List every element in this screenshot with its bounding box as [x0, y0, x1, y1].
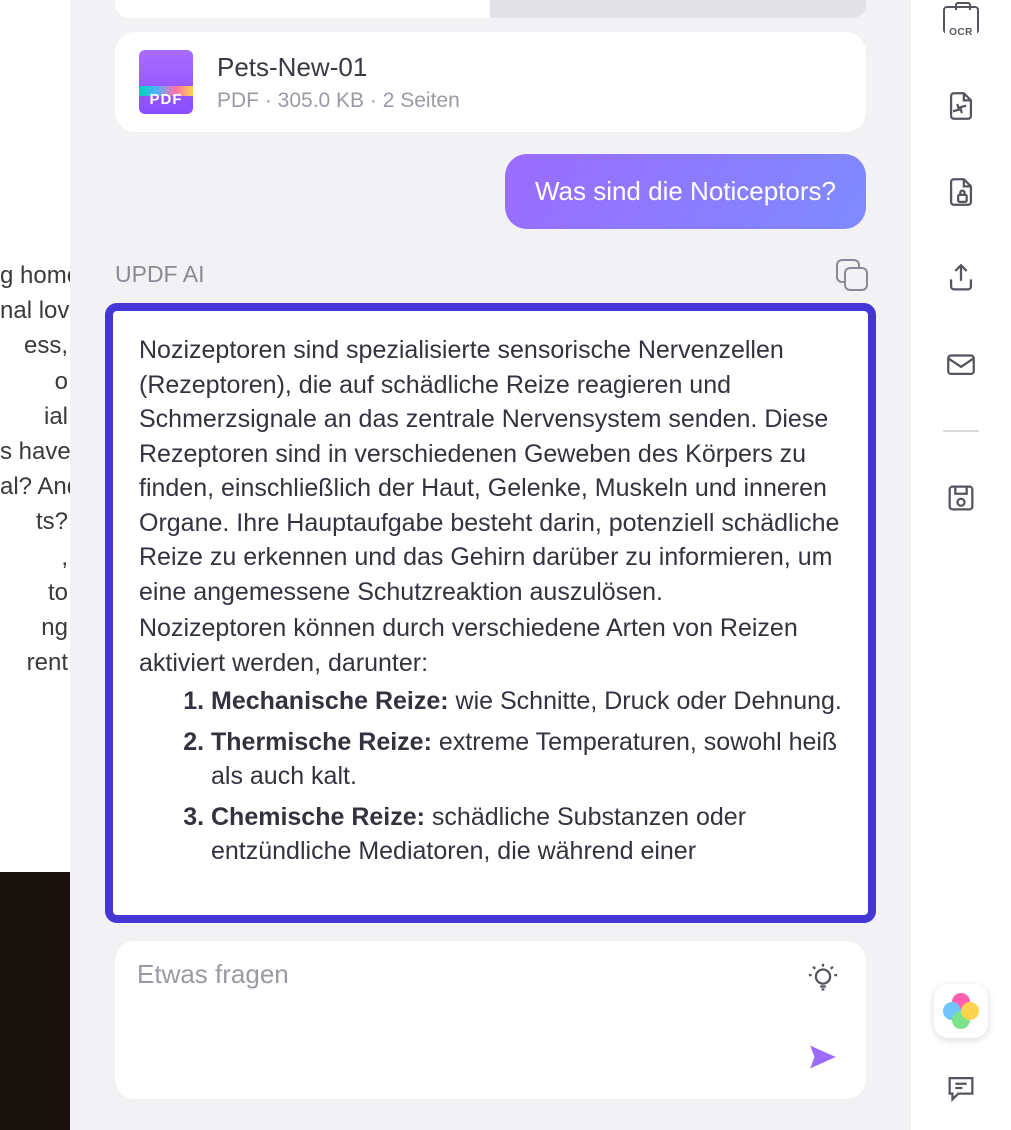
- attached-file-card[interactable]: PDF Pets-New-01 PDF · 305.0 KB · 2 Seite…: [115, 32, 866, 132]
- answer-paragraph: Nozizeptoren können durch verschiedene A…: [139, 611, 842, 680]
- ai-label: UPDF AI: [115, 261, 204, 288]
- pdf-badge-text: PDF: [139, 91, 193, 108]
- file-name: Pets-New-01: [217, 52, 460, 83]
- pdf-icon: PDF: [139, 50, 193, 114]
- document-text-fragment: ,: [0, 542, 70, 573]
- chat-input[interactable]: Etwas fragen: [115, 941, 866, 1099]
- document-text-fragment: to: [0, 577, 70, 608]
- answer-list-item-bold: Mechanische Reize:: [211, 687, 449, 715]
- tab-strip-fragment: [90, 0, 891, 18]
- mail-icon[interactable]: [941, 344, 981, 384]
- convert-file-icon[interactable]: [941, 86, 981, 126]
- answer-list-item: Chemische Reize: schädliche Substanzen o…: [211, 800, 842, 869]
- chat-input-placeholder: Etwas fragen: [137, 959, 289, 989]
- right-toolbar: [911, 0, 1011, 1130]
- document-text-fragment: ts?: [0, 506, 70, 537]
- document-image-fragment: [0, 872, 70, 1130]
- document-text-fragment: o: [0, 366, 70, 397]
- file-meta: PDF · 305.0 KB · 2 Seiten: [217, 89, 460, 113]
- lock-file-icon[interactable]: [941, 172, 981, 212]
- answer-list-item-bold: Thermische Reize:: [211, 728, 432, 756]
- user-message: Was sind die Noticeptors?: [505, 154, 866, 229]
- save-icon[interactable]: [941, 478, 981, 518]
- document-preview-column: g home nal love ess, o ial s have al? And ts?…: [0, 0, 70, 1130]
- document-text-fragment: ng: [0, 612, 70, 643]
- answer-list-item: Mechanische Reize: wie Schnitte, Druck o…: [211, 684, 842, 719]
- suggestion-icon[interactable]: [806, 961, 840, 995]
- answer-paragraph: Nozizeptoren sind spezialisierte sensori…: [139, 333, 842, 609]
- document-text-fragment: g home: [0, 260, 70, 291]
- answer-list-item-bold: Chemische Reize:: [211, 803, 425, 831]
- ocr-button[interactable]: [941, 0, 981, 40]
- document-text-fragment: nal love: [0, 295, 70, 326]
- copy-icon[interactable]: [836, 259, 866, 289]
- ai-answer: Nozizeptoren sind spezialisierte sensori…: [105, 303, 876, 923]
- document-text-fragment: s have: [0, 436, 70, 467]
- document-text-fragment: ial: [0, 401, 70, 432]
- answer-list-item-text: wie Schnitte, Druck oder Dehnung.: [449, 687, 842, 715]
- share-icon[interactable]: [941, 258, 981, 298]
- document-text-fragment: rent: [0, 647, 70, 678]
- document-text-fragment: ess,: [0, 330, 70, 361]
- answer-list-item: Thermische Reize: extreme Temperaturen, …: [211, 725, 842, 794]
- document-text-fragment: al? And: [0, 471, 70, 502]
- feedback-icon[interactable]: [944, 1071, 978, 1110]
- toolbar-divider: [943, 430, 979, 432]
- send-icon[interactable]: [806, 1040, 840, 1079]
- updf-brand-button[interactable]: [934, 984, 988, 1038]
- ai-chat-panel: PDF Pets-New-01 PDF · 305.0 KB · 2 Seite…: [70, 0, 911, 1130]
